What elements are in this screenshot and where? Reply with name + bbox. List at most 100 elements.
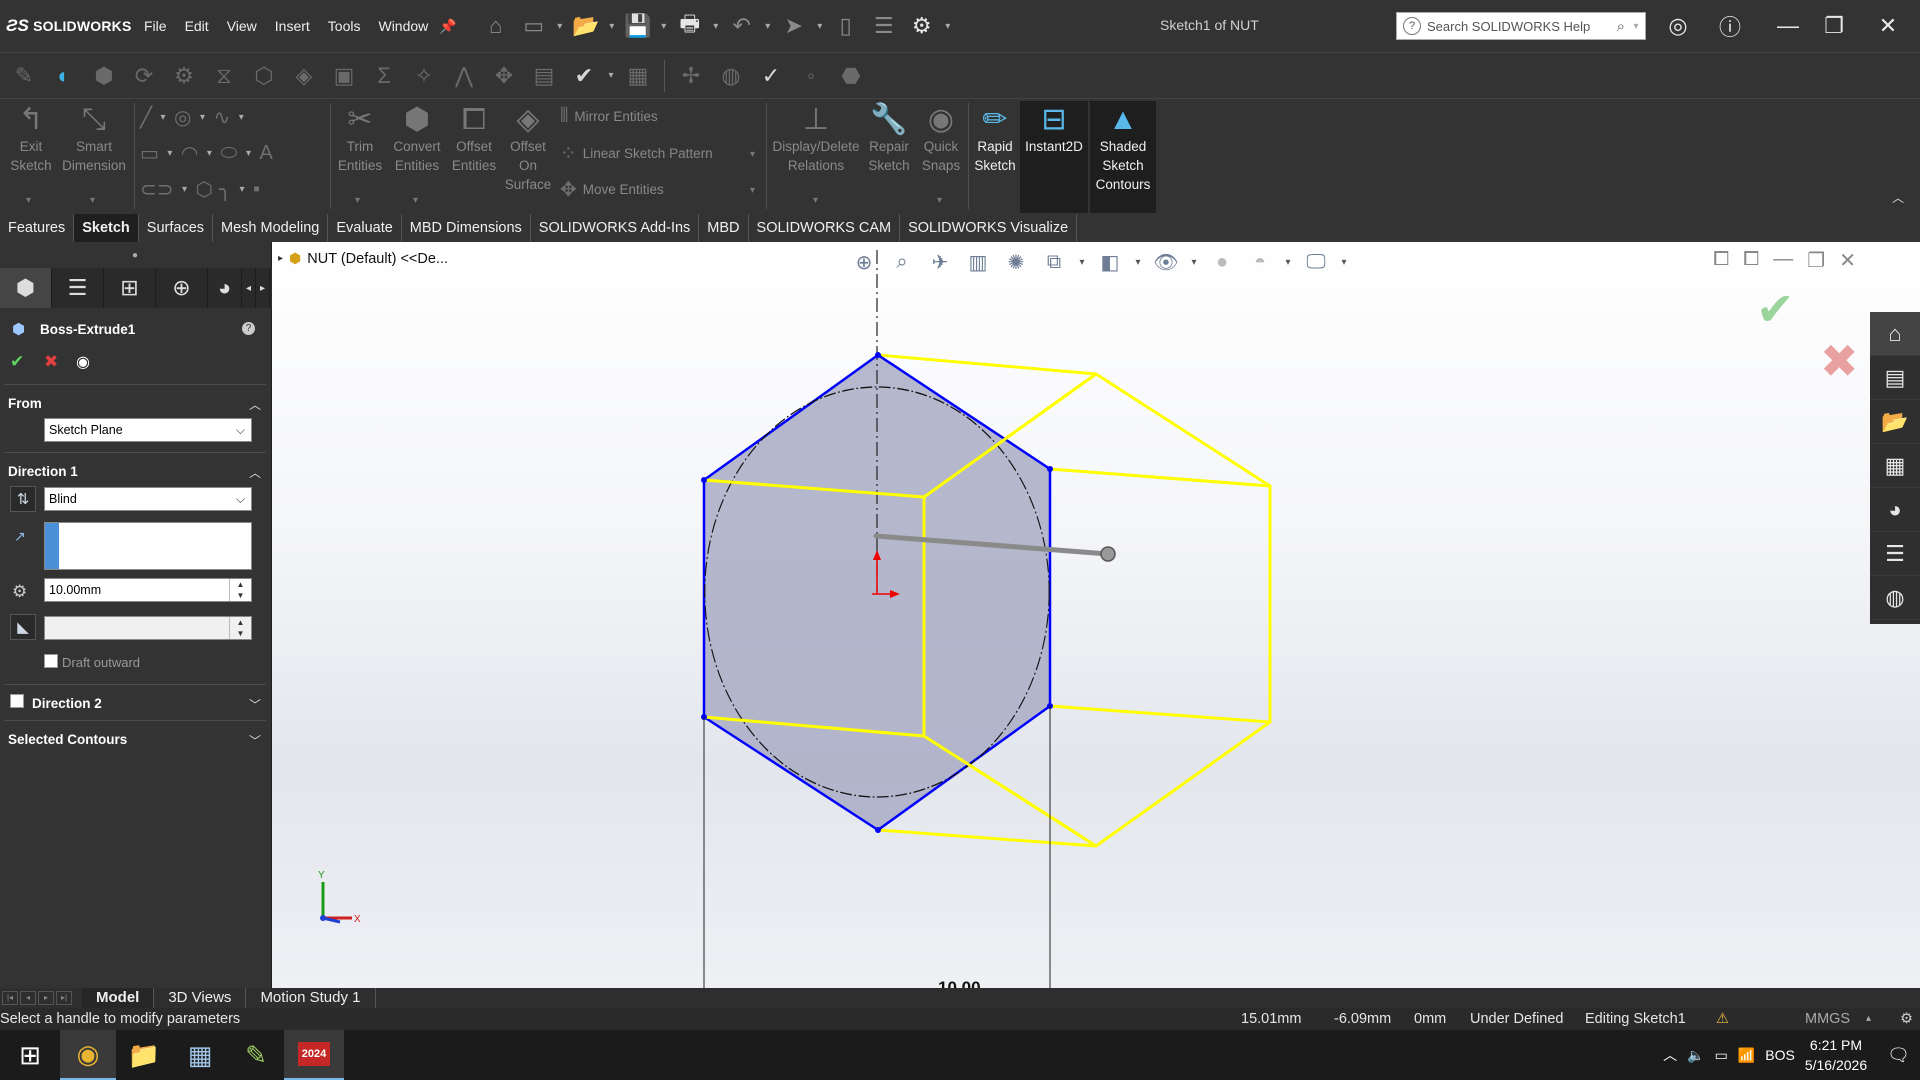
sketch-tool-icon[interactable]: ✎ — [6, 58, 42, 94]
chevron-down-icon[interactable]: ﹀ — [249, 732, 261, 749]
home-icon[interactable]: ⌂ — [479, 9, 513, 43]
ellipse-icon[interactable]: ⬭ — [220, 142, 237, 165]
graphics-area[interactable]: ▸ ⬢ NUT (Default) <<De... ⊕ ⌕ ✈ ▥ ✺ ⧉ ▾ … — [272, 242, 1920, 988]
model-geometry[interactable]: Y X — [272, 242, 1920, 988]
pin-icon[interactable]: 📌 — [439, 18, 456, 35]
print-icon[interactable]: 🖶 — [673, 9, 707, 43]
arc-icon[interactable]: ◠ — [181, 141, 198, 166]
chevron-up-icon[interactable]: ︿ — [1663, 1045, 1677, 1065]
solidworks-forum-icon[interactable]: ◍ — [1870, 576, 1920, 620]
chevron-down-icon[interactable]: ▾ — [90, 195, 95, 206]
close-icon[interactable]: ✕ — [1870, 10, 1906, 42]
chevron-down-icon[interactable]: ▾ — [355, 195, 360, 206]
appearance-icon[interactable]: ◍ — [713, 58, 749, 94]
table-icon[interactable]: ▦ — [620, 58, 656, 94]
windows-start-icon[interactable]: ⊞ — [0, 1030, 60, 1080]
notes-app-icon[interactable]: ✎ — [228, 1030, 284, 1080]
draft-outward-checkbox[interactable] — [44, 654, 58, 668]
chrome-icon[interactable]: ◉ — [60, 1030, 116, 1080]
cube-icon[interactable]: ◈ — [286, 58, 322, 94]
check-sketch-icon[interactable]: ✔ — [566, 58, 602, 94]
plane-icon[interactable]: ▪ — [253, 178, 260, 201]
rectangle-icon[interactable]: ▭ — [140, 141, 159, 166]
restore-icon[interactable]: ❐ — [1816, 10, 1852, 42]
help-icon[interactable]: ⓘ — [1712, 10, 1748, 42]
help-icon[interactable]: ? — [242, 322, 255, 335]
appearances-icon[interactable]: ◕ — [1870, 488, 1920, 532]
file-explorer-icon[interactable]: 📂 — [1870, 400, 1920, 444]
shaded-sketch-contours-button[interactable]: ▲ Shaded Sketch Contours — [1090, 101, 1156, 213]
menu-view[interactable]: View — [218, 18, 266, 34]
display-manager-tab-icon[interactable]: ◕ — [208, 268, 242, 308]
file-explorer-taskbar-icon[interactable]: 📁 — [116, 1030, 172, 1080]
rebuild-indicator-icon[interactable]: ⚠ — [1716, 1008, 1729, 1030]
collapse-ribbon-icon[interactable]: ︿ — [1892, 189, 1904, 206]
chevron-down-icon[interactable]: ▾ — [555, 21, 565, 32]
tab-mbd[interactable]: MBD — [699, 214, 749, 242]
wheel-icon[interactable]: ⚙ — [166, 58, 202, 94]
chevron-down-icon[interactable]: ▾ — [158, 112, 168, 123]
gear-icon[interactable]: ⚙ — [905, 9, 939, 43]
battery-icon[interactable]: ▭ — [1715, 1047, 1728, 1064]
tab-surfaces[interactable]: Surfaces — [139, 214, 214, 242]
chevron-down-icon[interactable]: ▾ — [243, 148, 253, 159]
ok-check-icon[interactable]: ✔ — [10, 352, 24, 372]
solidworks-resources-icon[interactable]: ⌂ — [1870, 312, 1920, 356]
tab-scroll-left-icon[interactable]: ◂ — [242, 268, 256, 308]
chevron-up-icon[interactable]: ︿ — [249, 396, 261, 413]
chevron-up-icon[interactable]: ▴ — [1866, 1008, 1871, 1030]
end-condition-select[interactable]: Blind ⌵ — [44, 487, 252, 511]
revolve-icon[interactable]: ⟳ — [126, 58, 162, 94]
line-icon[interactable]: ╱ — [140, 105, 152, 130]
tab-3d-views[interactable]: 3D Views — [154, 988, 247, 1008]
spline-icon[interactable]: ∿ — [214, 105, 231, 130]
property-manager-tab-icon[interactable]: ☰ — [52, 268, 104, 308]
status-units[interactable]: MMGS — [1805, 1008, 1850, 1030]
first-tab-icon[interactable]: |◂ — [2, 991, 18, 1005]
selected-contours-section-header[interactable]: Selected Contours — [8, 732, 127, 747]
calculator-icon[interactable]: ▦ — [172, 1030, 228, 1080]
display-icon[interactable]: ⬣ — [833, 58, 869, 94]
fillet-sketch-icon[interactable]: ╮ — [219, 177, 231, 202]
dimension-value[interactable]: 10.00 — [938, 978, 981, 988]
draft-icon[interactable]: ◣ — [10, 614, 36, 640]
last-tab-icon[interactable]: ▸| — [56, 991, 72, 1005]
offset-on-surface-button[interactable]: ◈ Offset On Surface — [502, 101, 554, 194]
menu-edit[interactable]: Edit — [176, 18, 218, 34]
chevron-down-icon[interactable]: ▾ — [606, 70, 616, 81]
design-library-icon[interactable]: ▤ — [1870, 356, 1920, 400]
menu-tools[interactable]: Tools — [319, 18, 370, 34]
chevron-down-icon[interactable]: ▾ — [750, 185, 755, 196]
save-icon[interactable]: 💾 — [621, 9, 655, 43]
chevron-down-icon[interactable]: ▾ — [943, 21, 953, 32]
direction-vector-field[interactable] — [44, 522, 252, 570]
direction2-checkbox[interactable] — [10, 694, 24, 708]
new-document-icon[interactable]: ▭ — [517, 9, 551, 43]
rib-icon[interactable]: ⋀ — [446, 58, 482, 94]
tab-model[interactable]: Model — [82, 988, 155, 1008]
display-delete-relations-button[interactable]: ⊥ Display/Delete Relations — [770, 101, 862, 175]
customize-status-icon[interactable]: ⚙ — [1900, 1008, 1913, 1030]
trim-entities-button[interactable]: ✂ Trim Entities — [334, 101, 386, 175]
select-cursor-icon[interactable]: ➤ — [777, 9, 811, 43]
shell-icon[interactable]: ▣ — [326, 58, 362, 94]
offset-entities-button[interactable]: ⧠ Offset Entities — [446, 101, 502, 175]
tab-motion-study-1[interactable]: Motion Study 1 — [246, 988, 376, 1008]
pattern-icon[interactable]: ▤ — [526, 58, 562, 94]
move-icon[interactable]: ✥ — [486, 58, 522, 94]
chevron-down-icon[interactable]: ▾ — [659, 21, 669, 32]
reference-icon[interactable]: ✢ — [673, 58, 709, 94]
from-select[interactable]: Sketch Plane ⌵ — [44, 418, 252, 442]
chevron-down-icon[interactable]: ▾ — [237, 184, 247, 195]
tab-scroll-right-icon[interactable]: ▸ — [256, 268, 270, 308]
repair-sketch-button[interactable]: 🔧 Repair Sketch — [864, 101, 914, 175]
from-section-header[interactable]: From — [8, 396, 42, 411]
clock[interactable]: 6:21 PM 5/16/2026 — [1805, 1035, 1867, 1075]
hole-icon[interactable]: ◦ — [793, 58, 829, 94]
file-properties-icon[interactable]: ☰ — [867, 9, 901, 43]
configuration-manager-tab-icon[interactable]: ⊞ — [104, 268, 156, 308]
next-tab-icon[interactable]: ▸ — [38, 991, 54, 1005]
loft-icon[interactable]: ⬡ — [246, 58, 282, 94]
fillet-icon[interactable]: ✧ — [406, 58, 442, 94]
menu-file[interactable]: File — [135, 18, 176, 34]
